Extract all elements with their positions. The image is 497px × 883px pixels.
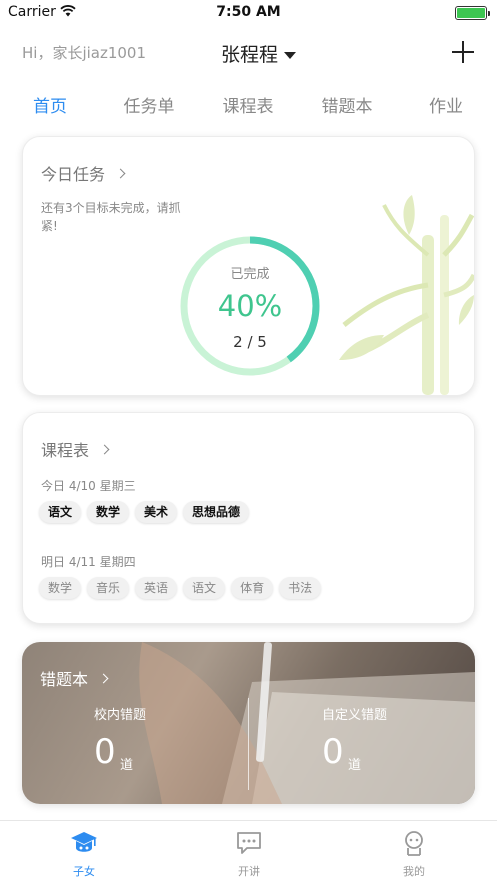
- tab-schedule[interactable]: 课程表: [198, 92, 298, 117]
- course-schedule-card[interactable]: 课程表 今日 4/10 星期三 语文 数学 美术 思想品德 明日 4/11 星期四 数…: [22, 412, 475, 624]
- subject-chip: 语文: [39, 501, 82, 523]
- chat-bubble-icon: [237, 832, 261, 854]
- subject-chip: 书法: [279, 577, 322, 599]
- school-mistakes-label: 校内错题: [94, 708, 147, 723]
- subject-chip: 英语: [135, 577, 178, 599]
- nav-children[interactable]: 子女: [34, 829, 134, 879]
- app-header: Hi，家长jiaz1001 张程程: [0, 36, 497, 72]
- clock: 7:50 AM: [216, 4, 281, 20]
- nav-lecture[interactable]: 开讲: [199, 829, 299, 879]
- chevron-right-icon: [98, 673, 109, 684]
- tab-mistake-book[interactable]: 错题本: [297, 92, 397, 117]
- school-mistakes[interactable]: 校内错题 0 道: [94, 704, 254, 773]
- custom-mistakes-count: 0: [322, 732, 344, 772]
- chevron-right-icon: [99, 444, 110, 455]
- subject-chip: 语文: [183, 577, 226, 599]
- subject-chip: 美术: [135, 501, 178, 523]
- custom-mistakes-label: 自定义错题: [322, 708, 388, 723]
- course-schedule-title[interactable]: 课程表: [41, 437, 110, 461]
- task-hint: 还有3个目标未完成，请抓紧!: [41, 201, 181, 233]
- subject-chip: 体育: [231, 577, 274, 599]
- mistake-book-title[interactable]: 错题本: [40, 666, 109, 690]
- graduation-cap-icon: [71, 832, 97, 852]
- school-mistakes-unit: 道: [120, 758, 134, 773]
- nav-profile-label: 我的: [403, 865, 425, 878]
- nav-profile[interactable]: 我的: [364, 829, 464, 879]
- tomorrow-subjects: 数学 音乐 英语 语文 体育 书法: [39, 577, 327, 599]
- tab-home[interactable]: 首页: [0, 92, 100, 117]
- nav-lecture-label: 开讲: [238, 865, 260, 878]
- bamboo-illustration: [339, 195, 474, 395]
- today-subjects: 语文 数学 美术 思想品德: [39, 501, 255, 523]
- child-name: 张程程: [220, 44, 278, 66]
- progress-percent: 40%: [217, 289, 283, 323]
- mistake-book-card[interactable]: 错题本 校内错题 0 道 自定义错题 0 道: [22, 642, 475, 804]
- tab-homework[interactable]: 作业: [396, 92, 496, 117]
- status-bar: Carrier 7:50 AM: [0, 0, 497, 26]
- custom-mistakes-unit: 道: [348, 758, 362, 773]
- user-icon: [405, 831, 423, 856]
- today-task-title[interactable]: 今日任务: [41, 161, 126, 185]
- battery-icon: [455, 6, 490, 20]
- tab-task-list[interactable]: 任务单: [99, 92, 199, 117]
- child-selector[interactable]: 张程程: [0, 40, 497, 67]
- today-task-card[interactable]: 今日任务 还有3个目标未完成，请抓紧! 已完成 40% 2 / 5: [22, 136, 475, 396]
- custom-mistakes[interactable]: 自定义错题 0 道: [322, 704, 475, 773]
- chevron-right-icon: [115, 168, 126, 179]
- subject-chip: 数学: [87, 501, 130, 523]
- subject-chip: 思想品德: [183, 501, 250, 523]
- today-label: 今日 4/10 星期三: [41, 479, 136, 493]
- progress-count: 2 / 5: [233, 333, 267, 351]
- subject-chip: 数学: [39, 577, 82, 599]
- bottom-nav: 子女 开讲 我的: [0, 820, 497, 883]
- done-label: 已完成: [230, 267, 270, 282]
- school-mistakes-count: 0: [94, 732, 116, 772]
- caret-down-icon: [284, 52, 296, 59]
- tomorrow-label: 明日 4/11 星期四: [41, 555, 136, 569]
- nav-children-label: 子女: [73, 865, 95, 878]
- subject-chip: 音乐: [87, 577, 130, 599]
- plus-icon[interactable]: [451, 40, 475, 64]
- top-tabs: 首页 任务单 课程表 错题本 作业: [0, 92, 497, 118]
- divider: [248, 698, 249, 790]
